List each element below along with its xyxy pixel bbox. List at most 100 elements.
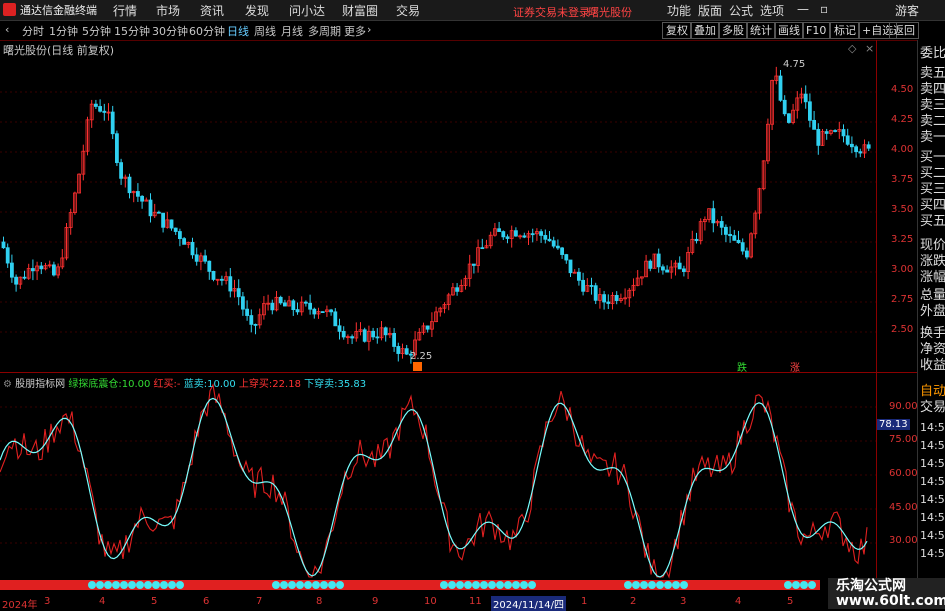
candle-body xyxy=(661,266,665,271)
candle-body xyxy=(841,129,846,137)
candle-body xyxy=(543,235,548,240)
date-axis: 2024年 3 4 5 6 7 8 9 10 11 2024/11/14/四 1… xyxy=(0,596,876,611)
trade-time: 14:56 xyxy=(920,421,945,434)
candle-body xyxy=(383,327,388,336)
tab-period[interactable]: 30分钟 xyxy=(152,23,188,39)
tab-period[interactable]: 60分钟 xyxy=(189,23,225,39)
signal-dot xyxy=(456,581,464,589)
menu-options[interactable]: 选项 xyxy=(760,2,784,19)
candle-body xyxy=(425,325,430,330)
indicator-settings-icon[interactable]: ⚙ xyxy=(3,379,12,390)
date-label: 4 xyxy=(99,596,106,607)
quote-label: 卖一 xyxy=(920,130,945,145)
signal-strip xyxy=(0,580,820,590)
button-draw[interactable]: 画线 xyxy=(774,22,804,39)
candle-body xyxy=(732,235,737,241)
trade-label[interactable]: 交易 xyxy=(920,400,945,416)
button-mark[interactable]: 标记 xyxy=(830,22,860,39)
candle-body xyxy=(161,212,166,228)
toolbar-toggle-icon[interactable]: ‹ xyxy=(5,23,9,36)
tab-period[interactable]: 1分钟 xyxy=(49,23,78,39)
app-logo-icon xyxy=(3,3,16,16)
tab-period[interactable]: 月线 xyxy=(281,23,303,39)
candle-body xyxy=(665,269,669,273)
menu-user[interactable]: 游客 xyxy=(895,2,919,19)
button-f10[interactable]: F10 xyxy=(802,22,831,39)
button-stats[interactable]: 统计 xyxy=(746,22,776,39)
date-label: 11 xyxy=(469,596,482,607)
signal-dot xyxy=(800,581,808,589)
candle-body xyxy=(711,208,716,224)
tab-period[interactable]: 5分钟 xyxy=(82,23,111,39)
candle-body xyxy=(778,75,783,101)
button-overlay[interactable]: 叠加 xyxy=(690,22,720,39)
close-icon[interactable]: × xyxy=(865,42,874,55)
menu-trade[interactable]: 交易 xyxy=(396,2,420,19)
candle-body xyxy=(719,221,724,228)
button-multi[interactable]: 多股 xyxy=(718,22,748,39)
candle-body xyxy=(350,336,355,339)
tab-period[interactable]: 15分钟 xyxy=(114,23,150,39)
stock-name: 曙光股份 xyxy=(588,6,632,19)
y-tick: 45.00 xyxy=(889,502,918,513)
candle-body xyxy=(282,302,287,307)
menu-formula[interactable]: 公式 xyxy=(729,2,753,19)
minimize-icon[interactable]: — xyxy=(797,2,809,16)
button-back[interactable]: 返回 xyxy=(889,22,919,39)
candle-body xyxy=(850,143,854,148)
candle-body xyxy=(560,247,564,255)
signal-dot xyxy=(176,581,184,589)
button-fuquan[interactable]: 复权 xyxy=(662,22,692,39)
candle-body xyxy=(497,228,502,232)
menu-layout[interactable]: 版面 xyxy=(698,2,722,19)
candle-body xyxy=(803,93,808,103)
signal-dot xyxy=(304,581,312,589)
candlestick-chart[interactable] xyxy=(0,40,876,372)
tab-period-selected[interactable]: 日线 xyxy=(227,23,249,39)
candle-body xyxy=(514,230,518,237)
candle-body xyxy=(249,315,254,325)
date-label: 7 xyxy=(256,596,263,607)
candle-body xyxy=(190,241,195,256)
menu-wealth[interactable]: 财富圈 xyxy=(342,2,378,19)
tab-more[interactable]: 更多 xyxy=(344,23,366,39)
menu-market[interactable]: 行情 xyxy=(113,2,137,19)
candle-body xyxy=(396,346,401,354)
candle-body xyxy=(1,241,6,249)
signal-dot xyxy=(680,581,688,589)
trade-time: 14:56 xyxy=(920,547,945,560)
signal-dot xyxy=(464,581,472,589)
indicator-field-value: 10.00 xyxy=(121,379,151,390)
candle-body xyxy=(371,330,376,338)
candle-body xyxy=(577,271,581,281)
restore-icon[interactable]: ▫ xyxy=(820,2,828,16)
candle-body xyxy=(362,329,367,342)
current-value-badge: 78.13 xyxy=(877,419,910,430)
candle-body xyxy=(329,309,334,313)
menu-function[interactable]: 功能 xyxy=(667,2,691,19)
trade-time: 14:56 xyxy=(920,493,945,506)
y-tick: 90.00 xyxy=(889,401,918,412)
signal-dot xyxy=(336,581,344,589)
chevron-right-icon[interactable]: › xyxy=(367,23,371,36)
signal-dot xyxy=(328,581,336,589)
menu-ask[interactable]: 问小达 xyxy=(289,2,325,19)
trade-time: 14:56 xyxy=(920,529,945,542)
login-status[interactable]: 证券交易未登录 xyxy=(513,4,590,20)
tab-period[interactable]: 分时 xyxy=(22,23,44,39)
candle-body xyxy=(39,265,44,270)
candle-body xyxy=(581,279,585,292)
menu-news[interactable]: 资讯 xyxy=(200,2,224,19)
menu-discover[interactable]: 发现 xyxy=(245,2,269,19)
indicator-field-label: 蓝卖: xyxy=(183,379,208,390)
tab-period[interactable]: 周线 xyxy=(254,23,276,39)
auto-trade-label[interactable]: 自动 xyxy=(920,384,945,400)
candle-body xyxy=(677,262,682,270)
signal-dot xyxy=(480,581,488,589)
settings-icon[interactable]: ◇ xyxy=(848,42,856,55)
menu-markets[interactable]: 市场 xyxy=(156,2,180,19)
indicator-chart[interactable] xyxy=(0,372,876,579)
tab-period[interactable]: 多周期 xyxy=(308,23,341,39)
candle-body xyxy=(547,238,552,242)
candle-body xyxy=(14,276,19,285)
